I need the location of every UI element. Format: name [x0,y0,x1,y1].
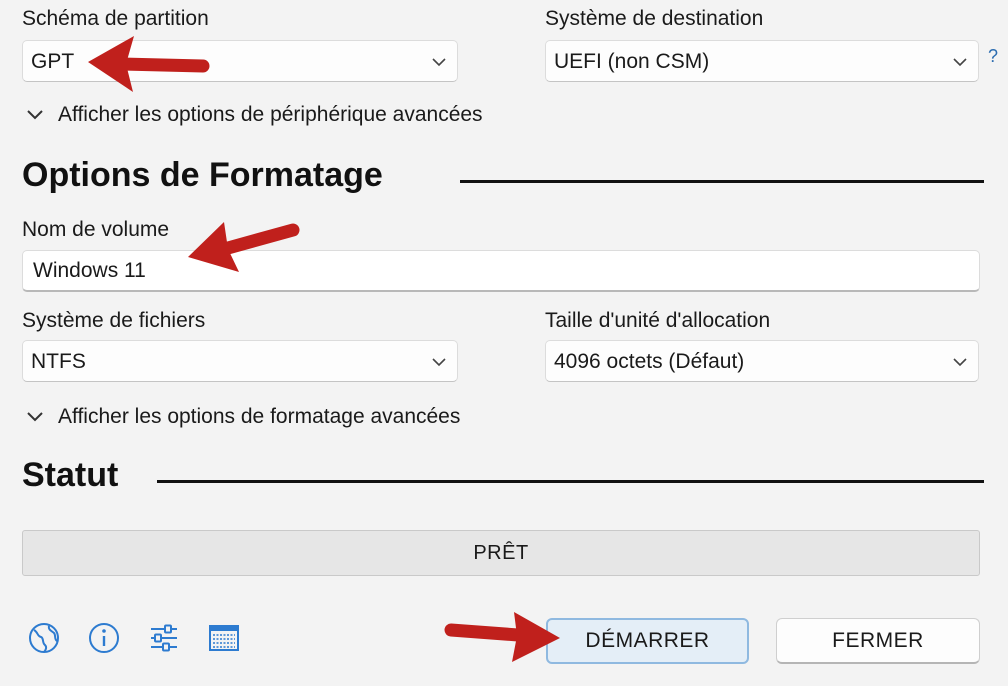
format-advanced-label: Afficher les options de formatage avancé… [58,405,461,428]
volume-name-value: Windows 11 [33,259,146,282]
partition-scheme-value: GPT [31,50,75,73]
globe-icon[interactable] [27,621,61,655]
status-text: PRÊT [473,541,529,564]
annotation-arrow-icon [444,612,560,662]
target-help-icon[interactable]: ? [988,46,998,67]
log-table-icon[interactable] [207,621,241,655]
status-section-title: Statut [22,456,119,494]
target-system-label: Système de destination [545,7,764,30]
device-advanced-toggle[interactable]: Afficher les options de périphérique ava… [26,101,483,129]
start-button-label: DÉMARRER [585,629,710,652]
filesystem-label: Système de fichiers [22,309,206,332]
start-button[interactable]: DÉMARRER [546,618,749,664]
partition-scheme-label: Schéma de partition [22,7,209,30]
chevron-down-icon [432,58,446,67]
chevron-down-icon [953,358,967,367]
chevron-down-icon [27,110,43,120]
partition-scheme-select[interactable]: GPT [22,40,458,82]
volume-name-input[interactable]: Windows 11 [22,250,980,292]
close-button-label: FERMER [832,628,924,652]
filesystem-select[interactable]: NTFS [22,340,458,382]
settings-sliders-icon[interactable] [147,621,181,655]
cluster-size-select[interactable]: 4096 octets (Défaut) [545,340,979,382]
cluster-size-value: 4096 octets (Défaut) [554,350,745,373]
format-advanced-toggle[interactable]: Afficher les options de formatage avancé… [26,403,460,431]
format-section-title: Options de Formatage [22,156,383,194]
close-button[interactable]: FERMER [776,618,980,664]
target-system-select[interactable]: UEFI (non CSM) [545,40,979,82]
device-advanced-label: Afficher les options de périphérique ava… [58,103,483,126]
target-system-value: UEFI (non CSM) [554,50,710,73]
section-divider [460,180,984,183]
cluster-size-label: Taille d'unité d'allocation [545,309,771,332]
filesystem-value: NTFS [31,350,86,373]
section-divider [157,480,984,483]
volume-name-label: Nom de volume [22,218,170,241]
status-bar: PRÊT [22,530,980,576]
chevron-down-icon [27,412,43,422]
chevron-down-icon [432,358,446,367]
info-icon[interactable] [87,621,121,655]
chevron-down-icon [953,58,967,67]
